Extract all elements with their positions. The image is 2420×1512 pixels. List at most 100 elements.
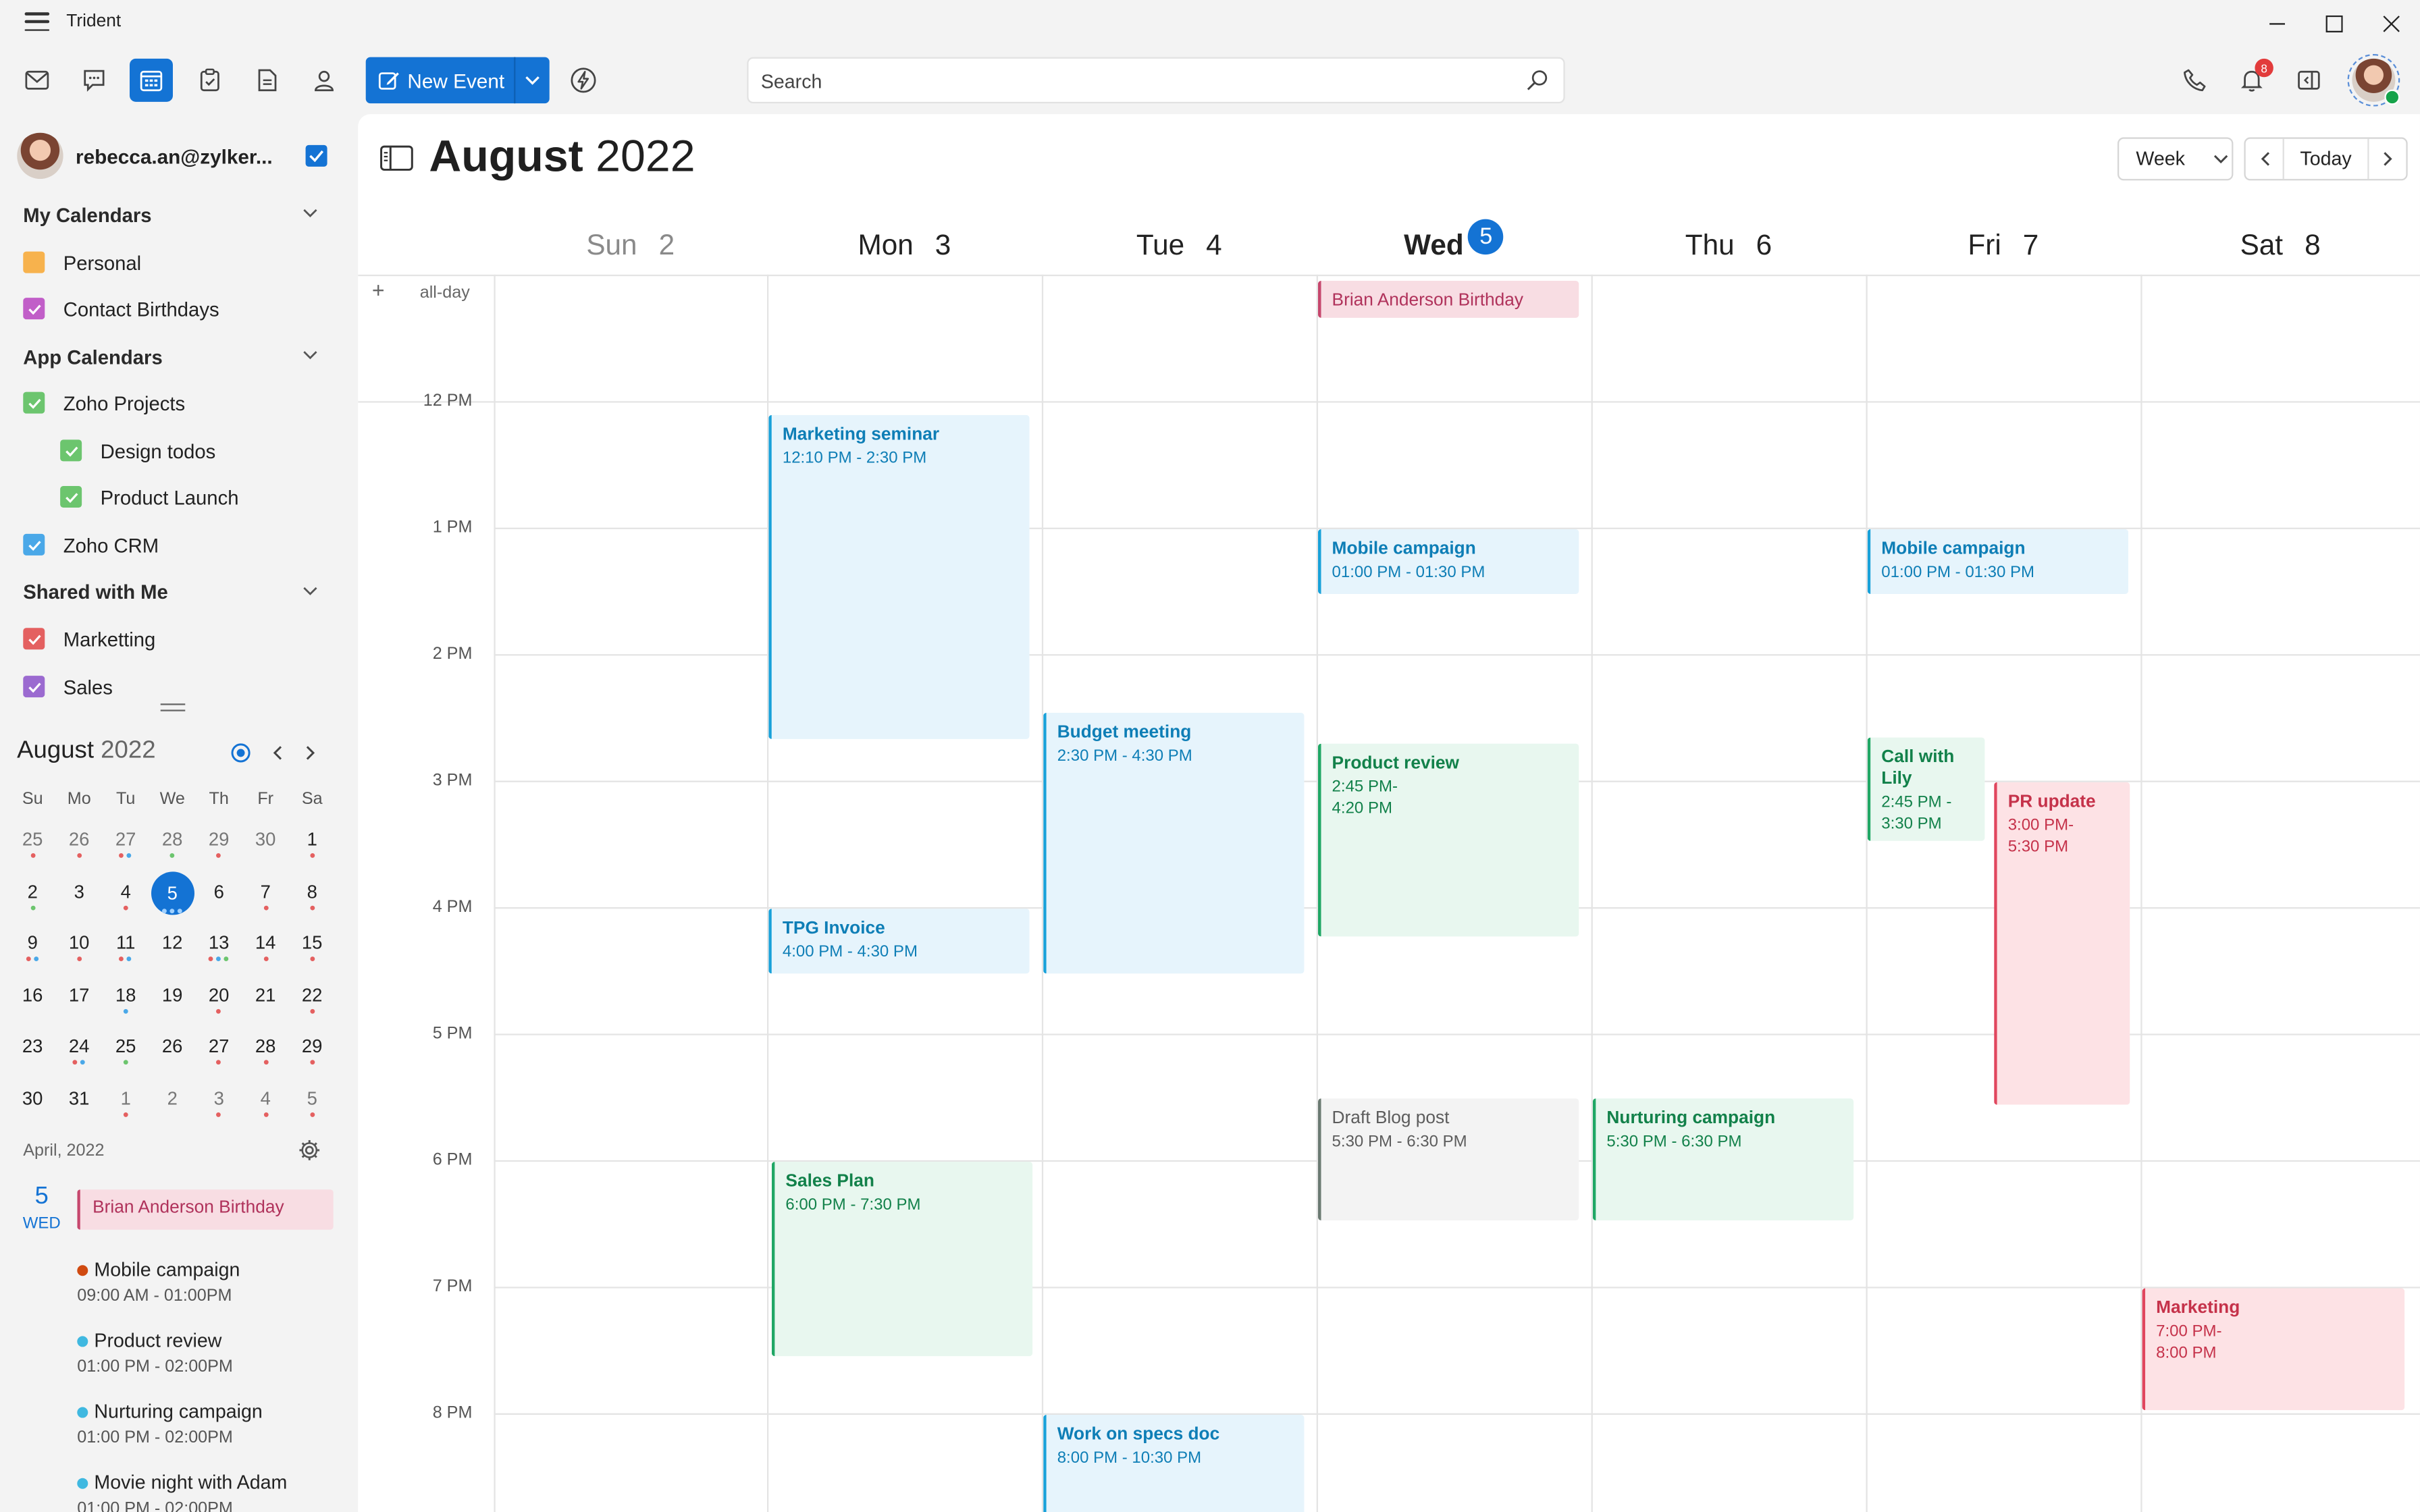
chevron-right-icon[interactable] — [298, 740, 323, 765]
calendar-item-contact-birthdays[interactable]: Contact Birthdays — [23, 293, 219, 324]
day-header[interactable]: Fri 7 — [1866, 222, 2140, 269]
panel-toggle-icon[interactable] — [2287, 59, 2330, 102]
calendar-event[interactable]: Work on specs doc 8:00 PM - 10:30 PM — [1043, 1414, 1305, 1512]
mini-calendar-day[interactable]: 11 — [103, 925, 149, 977]
today-button[interactable]: Today — [2282, 138, 2369, 180]
minimize-button[interactable] — [2253, 6, 2300, 40]
calendar-item-zoho-crm[interactable]: Zoho CRM — [23, 529, 159, 560]
mini-calendar-day[interactable]: 21 — [242, 976, 289, 1028]
calendar-event[interactable]: Product review 2:45 PM- 4:20 PM — [1317, 744, 1579, 938]
new-event-main[interactable]: New Event — [366, 57, 514, 104]
mini-calendar-day[interactable]: 1 — [103, 1080, 149, 1132]
mini-calendar-day[interactable]: 17 — [56, 976, 103, 1028]
account-row[interactable]: rebecca.an@zylker... — [17, 132, 341, 180]
day-header[interactable]: Thu 6 — [1592, 222, 1866, 269]
chevron-left-icon[interactable] — [264, 740, 289, 765]
mini-calendar-day[interactable]: 18 — [103, 976, 149, 1028]
mini-calendar-day[interactable]: 29 — [196, 821, 242, 873]
section-shared-with-me[interactable]: Shared with Me — [23, 580, 168, 603]
agenda-event[interactable]: Product review 01:00 PM - 02:00PM — [77, 1330, 233, 1376]
section-app-calendars[interactable]: App Calendars — [23, 346, 162, 369]
mini-calendar-day[interactable]: 22 — [289, 976, 336, 1028]
calendar-checkbox[interactable] — [23, 392, 45, 414]
mini-calendar-day[interactable]: 7 — [242, 873, 289, 925]
day-header[interactable]: Mon 3 — [767, 222, 1042, 269]
day-header[interactable]: Wed 5 — [1317, 218, 1592, 269]
contacts-icon[interactable] — [302, 59, 346, 102]
calendar-item-design-todos[interactable]: Design todos — [60, 435, 215, 466]
chevron-down-icon[interactable] — [302, 350, 318, 360]
agenda-event[interactable]: Nurturing campaign 01:00 PM - 02:00PM — [77, 1401, 263, 1447]
calendar-item-zoho-projects[interactable]: Zoho Projects — [23, 387, 185, 418]
calendar-event[interactable]: Mobile campaign 01:00 PM - 01:30 PM — [1867, 529, 2128, 595]
notes-icon[interactable] — [245, 59, 288, 102]
calendar-item-personal[interactable]: Personal — [23, 247, 141, 278]
mini-calendar-day[interactable]: 4 — [103, 873, 149, 925]
mini-calendar-day[interactable]: 9 — [9, 925, 56, 977]
close-button[interactable] — [2367, 6, 2414, 40]
mini-calendar-day[interactable]: 16 — [9, 976, 56, 1028]
chevron-down-icon[interactable] — [302, 209, 318, 218]
mini-calendar-day[interactable]: 4 — [242, 1080, 289, 1132]
chat-icon[interactable] — [72, 59, 115, 102]
day-header[interactable]: Sat 8 — [2140, 222, 2420, 269]
mini-calendar-day[interactable]: 2 — [149, 1080, 196, 1132]
mini-calendar-day[interactable]: 24 — [56, 1028, 103, 1080]
next-week-button[interactable] — [2369, 139, 2406, 179]
search-box[interactable]: Search — [747, 57, 1565, 104]
mini-calendar-day[interactable]: 27 — [103, 821, 149, 873]
calendar-icon[interactable] — [129, 58, 173, 102]
mini-calendar-day[interactable]: 14 — [242, 925, 289, 977]
calendar-event[interactable]: Draft Blog post 5:30 PM - 6:30 PM — [1317, 1098, 1579, 1220]
calendar-checkbox[interactable] — [23, 676, 45, 698]
calendar-event[interactable]: TPG Invoice 4:00 PM - 4:30 PM — [768, 909, 1030, 974]
lightning-icon[interactable] — [562, 59, 605, 102]
phone-icon[interactable] — [2173, 59, 2216, 102]
section-my-calendars[interactable]: My Calendars — [23, 204, 151, 227]
calendar-item-product-launch[interactable]: Product Launch — [60, 481, 238, 512]
calendar-checkbox[interactable] — [23, 298, 45, 320]
sidebar-toggle-icon[interactable] — [379, 145, 413, 171]
calendar-checkbox[interactable] — [60, 439, 82, 462]
calendar-event[interactable]: Nurturing campaign 5:30 PM - 6:30 PM — [1592, 1098, 1854, 1220]
previous-week-button[interactable] — [2246, 139, 2283, 179]
mini-calendar-day[interactable]: 15 — [289, 925, 336, 977]
mail-icon[interactable] — [16, 59, 59, 102]
go-to-today-icon[interactable] — [228, 740, 253, 765]
agenda-event[interactable]: Mobile campaign 09:00 AM - 01:00PM — [77, 1259, 240, 1305]
calendar-event[interactable]: PR update 3:00 PM- 5:30 PM — [1994, 782, 2130, 1104]
calendar-event[interactable]: Budget meeting 2:30 PM - 4:30 PM — [1043, 712, 1305, 974]
mini-calendar-day[interactable]: 31 — [56, 1080, 103, 1132]
mini-calendar-day[interactable]: 28 — [242, 1028, 289, 1080]
mini-calendar-day[interactable]: 30 — [242, 821, 289, 873]
mini-calendar-day[interactable]: 23 — [9, 1028, 56, 1080]
calendar-checkbox[interactable] — [23, 533, 45, 556]
day-header[interactable]: Tue 4 — [1042, 222, 1317, 269]
calendar-event[interactable]: Sales Plan 6:00 PM - 7:30 PM — [771, 1162, 1033, 1356]
mini-calendar-day[interactable]: 5 — [149, 871, 196, 925]
mini-calendar-day[interactable]: 26 — [149, 1028, 196, 1080]
mini-calendar-day[interactable]: 25 — [103, 1028, 149, 1080]
mini-calendar-day[interactable]: 30 — [9, 1080, 56, 1132]
mini-calendar-day[interactable]: 1 — [289, 821, 336, 873]
maximize-button[interactable] — [2311, 6, 2357, 40]
calendar-event[interactable]: Mobile campaign 01:00 PM - 01:30 PM — [1317, 529, 1579, 595]
mini-calendar-day[interactable]: 6 — [196, 873, 242, 925]
mini-calendar-day[interactable]: 25 — [9, 821, 56, 873]
calendar-event[interactable]: Marketing 7:00 PM- 8:00 PM — [2142, 1288, 2405, 1411]
mini-calendar-day[interactable]: 13 — [196, 925, 242, 977]
calendar-checkbox[interactable] — [23, 628, 45, 650]
mini-calendar-day[interactable]: 28 — [149, 821, 196, 873]
calendar-checkbox[interactable] — [60, 485, 82, 508]
mini-calendar-day[interactable]: 3 — [56, 873, 103, 925]
mini-calendar-day[interactable]: 29 — [289, 1028, 336, 1080]
day-header[interactable]: Sun 2 — [494, 222, 767, 269]
new-event-dropdown[interactable] — [515, 57, 549, 104]
gear-icon[interactable] — [298, 1139, 321, 1162]
mini-calendar-day[interactable]: 10 — [56, 925, 103, 977]
mini-calendar-day[interactable]: 27 — [196, 1028, 242, 1080]
calendar-event[interactable]: Marketing seminar 12:10 PM - 2:30 PM — [768, 415, 1030, 740]
hamburger-menu-icon[interactable] — [24, 12, 50, 34]
view-selector[interactable]: Week — [2117, 137, 2234, 181]
mini-calendar-day[interactable]: 12 — [149, 925, 196, 977]
